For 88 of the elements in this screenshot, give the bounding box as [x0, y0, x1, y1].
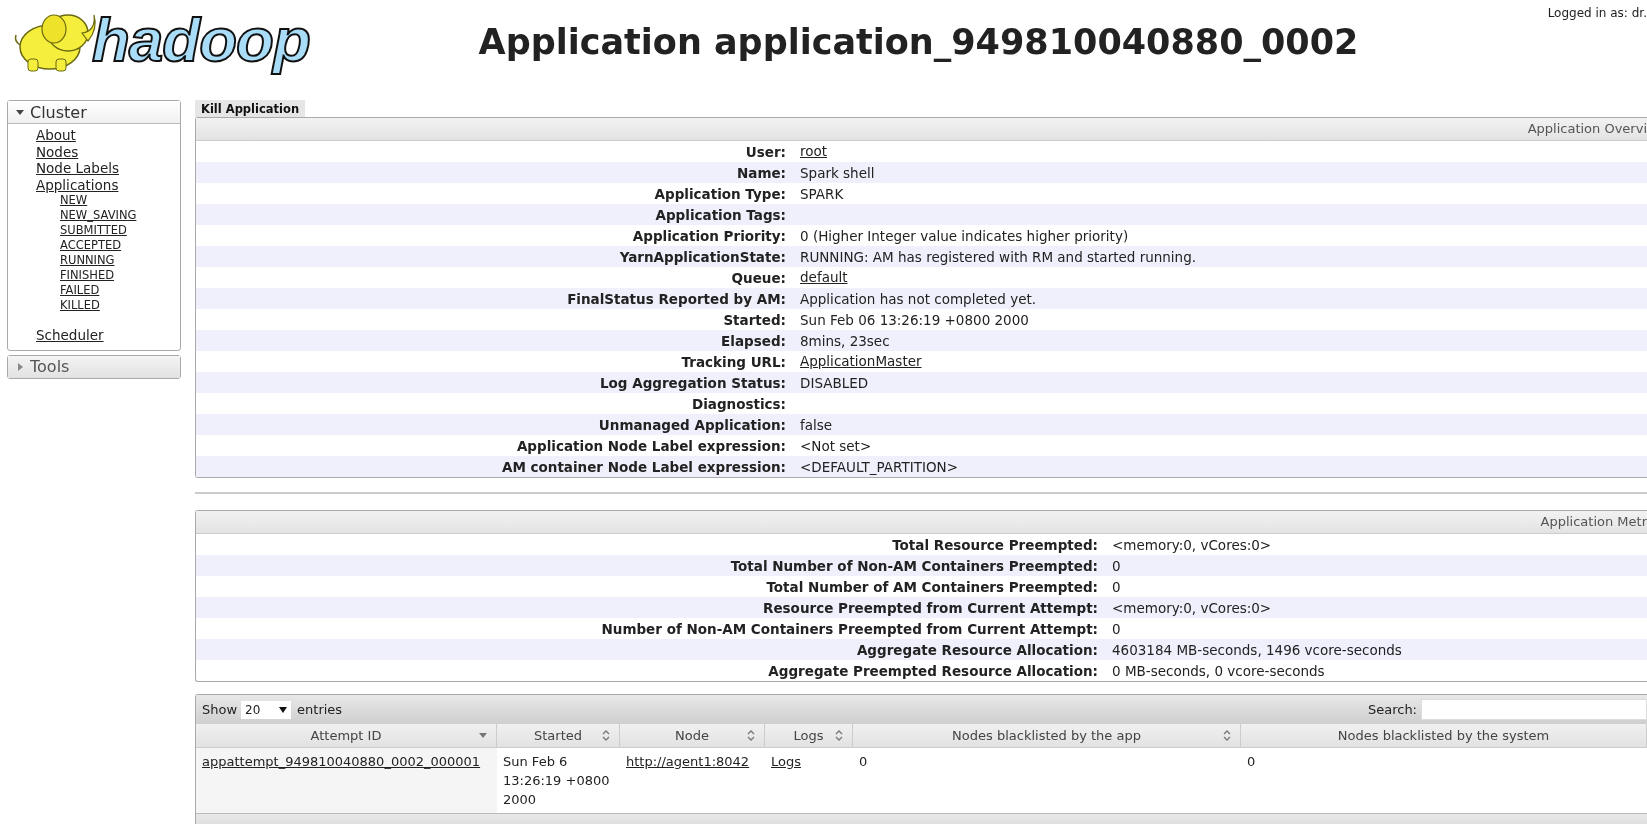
field-value: Spark shell	[799, 164, 875, 181]
field-value: <Not set>	[799, 437, 872, 454]
caret-down-icon	[279, 706, 288, 713]
kill-application-tab[interactable]: Kill Application	[195, 100, 306, 117]
field-label: Total Resource Preempted:	[891, 536, 1098, 553]
column-header[interactable]: Attempt ID	[196, 724, 497, 748]
field-label: Resource Preempted from Current Attempt:	[762, 599, 1098, 616]
field-value: 0	[1111, 557, 1121, 574]
field-value: <DEFAULT_PARTITION>	[799, 458, 958, 475]
login-status: Logged in as: dr.	[1547, 6, 1647, 20]
entries-label: entries	[297, 702, 343, 717]
field-label: Log Aggregation Status:	[598, 374, 786, 391]
field-label: Aggregate Preempted Resource Allocation:	[767, 662, 1098, 679]
table-link[interactable]: http://agent1:8042	[626, 752, 750, 771]
sort-icon[interactable]	[746, 730, 756, 741]
field-label: Total Number of Non-AM Containers Preempted:	[729, 557, 1098, 574]
field-value: RUNNING: AM has registered with RM and started running.	[799, 248, 1197, 265]
column-header[interactable]: Node	[620, 724, 765, 748]
field-label: Tracking URL:	[680, 353, 786, 370]
column-header[interactable]: Nodes blacklisted by the app	[853, 724, 1241, 748]
column-header[interactable]: Started	[497, 724, 620, 748]
table-link[interactable]: Logs	[771, 752, 801, 771]
sidebar-link[interactable]: NEW_SAVING	[60, 208, 137, 223]
field-label: Queue:	[730, 269, 786, 286]
field-value: 0	[1111, 620, 1121, 637]
field-label: Unmanaged Application:	[597, 416, 786, 433]
sidebar-link[interactable]: RUNNING	[60, 253, 137, 268]
page-size-dropdown[interactable]: 20	[241, 700, 292, 719]
field-value: 8mins, 23sec	[799, 332, 890, 349]
field-value: Application has not completed yet.	[799, 290, 1037, 307]
sidebar-link[interactable]: ACCEPTED	[60, 238, 137, 253]
field-value: 4603184 MB-seconds, 1496 vcore-seconds	[1111, 641, 1402, 658]
field-label: Number of Non-AM Containers Preempted from Current Attempt:	[600, 620, 1098, 637]
field-label: FinalStatus Reported by AM:	[566, 290, 786, 307]
field-label: Application Tags:	[654, 206, 786, 223]
field-value: DISABLED	[799, 374, 869, 391]
field-value: <memory:0, vCores:0>	[1111, 599, 1272, 616]
sidebar-link[interactable]: Applications	[36, 176, 119, 193]
field-label: Started:	[722, 311, 786, 328]
field-value: false	[799, 416, 833, 433]
sidebar-section-header[interactable]: Cluster	[8, 101, 180, 124]
panel-header: Application Overvi	[196, 118, 1647, 141]
sort-icon[interactable]	[834, 730, 844, 741]
sidebar-link[interactable]: Nodes	[36, 143, 79, 160]
field-label: Name:	[735, 164, 786, 181]
sidebar-link[interactable]: FINISHED	[60, 268, 137, 283]
caret-right-icon	[16, 362, 24, 371]
field-label: Aggregate Resource Allocation:	[855, 641, 1098, 658]
field-label: Elapsed:	[720, 332, 786, 349]
sidebar-link[interactable]: NEW	[60, 193, 137, 208]
sidebar-section-header[interactable]: Tools	[8, 355, 180, 378]
field-value: <memory:0, vCores:0>	[1111, 536, 1272, 553]
field-label: User:	[744, 143, 786, 160]
search-field[interactable]	[1421, 699, 1647, 720]
table-cell-text: Sun Feb 6 13:26:19 +0800 2000	[502, 753, 611, 809]
sidebar-link[interactable]: SUBMITTED	[60, 223, 137, 238]
field-link[interactable]: ApplicationMaster	[786, 353, 922, 370]
show-label: Show	[202, 702, 238, 717]
sidebar-link[interactable]: Node Labels	[36, 160, 119, 177]
field-label: Application Node Label expression:	[515, 437, 786, 454]
sort-icon[interactable]	[1222, 730, 1232, 741]
field-label: Application Priority:	[631, 227, 786, 244]
field-value: SPARK	[799, 185, 844, 202]
sort-icon[interactable]	[601, 730, 611, 741]
field-link[interactable]: root	[786, 143, 828, 160]
field-value: Sun Feb 06 13:26:19 +0800 2000	[799, 311, 1029, 328]
sidebar-link[interactable]: FAILED	[60, 283, 137, 298]
sidebar-link[interactable]: About	[36, 127, 76, 144]
field-label: Diagnostics:	[690, 395, 786, 412]
panel-header: Application Metr	[196, 511, 1647, 534]
sidebar-link[interactable]: Scheduler	[36, 327, 104, 344]
field-label: Total Number of AM Containers Preempted:	[765, 578, 1098, 595]
field-label: YarnApplicationState:	[618, 248, 786, 265]
page-title: Application application_949810040880_0002	[477, 22, 1360, 62]
sidebar-link[interactable]: KILLED	[60, 298, 137, 313]
column-header[interactable]: Nodes blacklisted by the system	[1241, 724, 1647, 748]
column-header[interactable]: Logs	[765, 724, 853, 748]
caret-down-icon	[16, 108, 24, 116]
search-label: Search:	[1367, 702, 1417, 717]
field-value: 0 (Higher Integer value indicates higher priority)	[799, 227, 1129, 244]
field-link[interactable]: default	[786, 269, 848, 286]
table-cell-text: 0	[858, 753, 869, 771]
field-value: 0	[1111, 578, 1121, 595]
field-value: 0 MB-seconds, 0 vcore-seconds	[1111, 662, 1325, 679]
field-label: Application Type:	[653, 185, 786, 202]
table-cell-text: 0	[1246, 753, 1257, 771]
field-label: AM container Node Label expression:	[500, 458, 786, 475]
logo-text: hadoop	[92, 4, 310, 75]
